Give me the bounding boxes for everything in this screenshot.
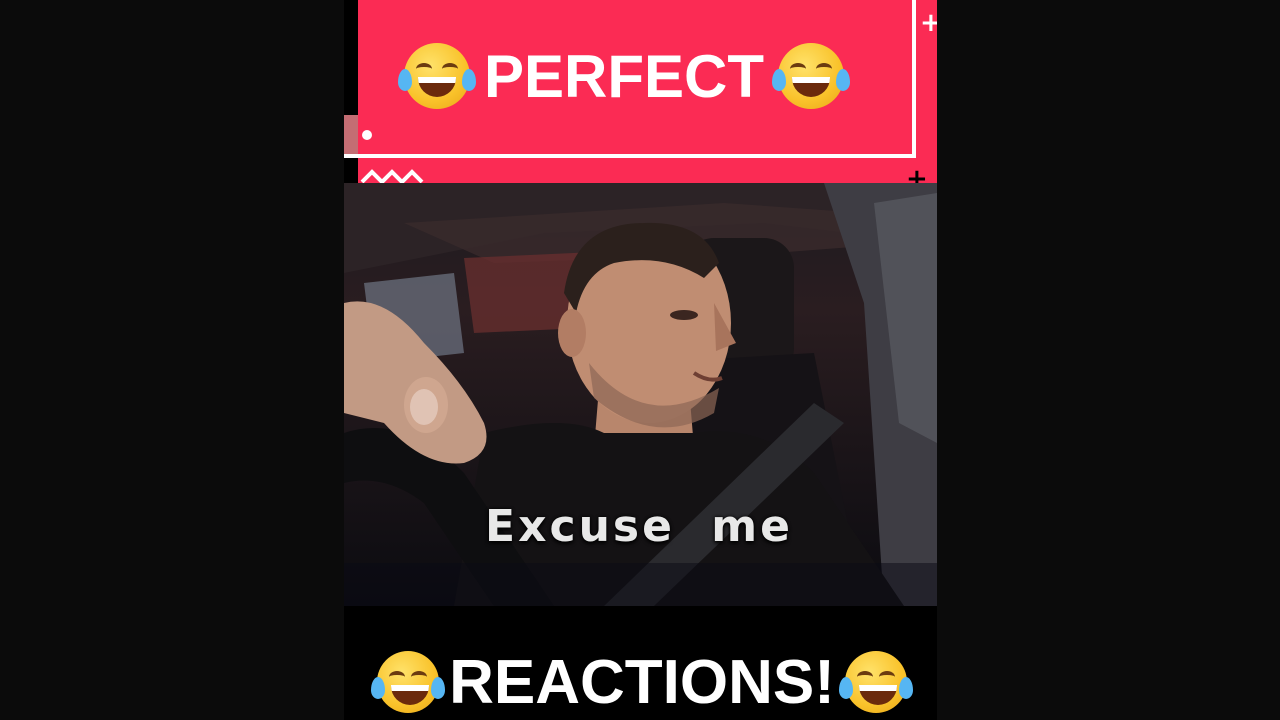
face-with-tears-of-joy-icon [371, 651, 446, 713]
video-still[interactable]: Excuse me [344, 183, 937, 606]
top-banner: + + PERFECT [344, 0, 937, 192]
face-with-tears-of-joy-icon [397, 43, 476, 109]
face-with-tears-of-joy-icon [838, 651, 913, 713]
face-with-tears-of-joy-icon [772, 43, 851, 109]
banner-title: PERFECT [483, 42, 765, 110]
bottom-title: REACTIONS! [449, 647, 835, 717]
decor-dot [362, 130, 372, 140]
banner-title-row: PERFECT [374, 36, 874, 116]
video-caption: Excuse me [485, 501, 793, 552]
bottom-banner: REACTIONS! [344, 606, 937, 720]
page-background: + + PERFECT Excuse me REACTIONS! [0, 0, 1280, 720]
bottom-title-row: REACTIONS! [344, 642, 937, 720]
plus-decoration-icon: + [920, 8, 937, 38]
short-video-frame[interactable]: + + PERFECT Excuse me REACTIONS! [344, 0, 937, 720]
